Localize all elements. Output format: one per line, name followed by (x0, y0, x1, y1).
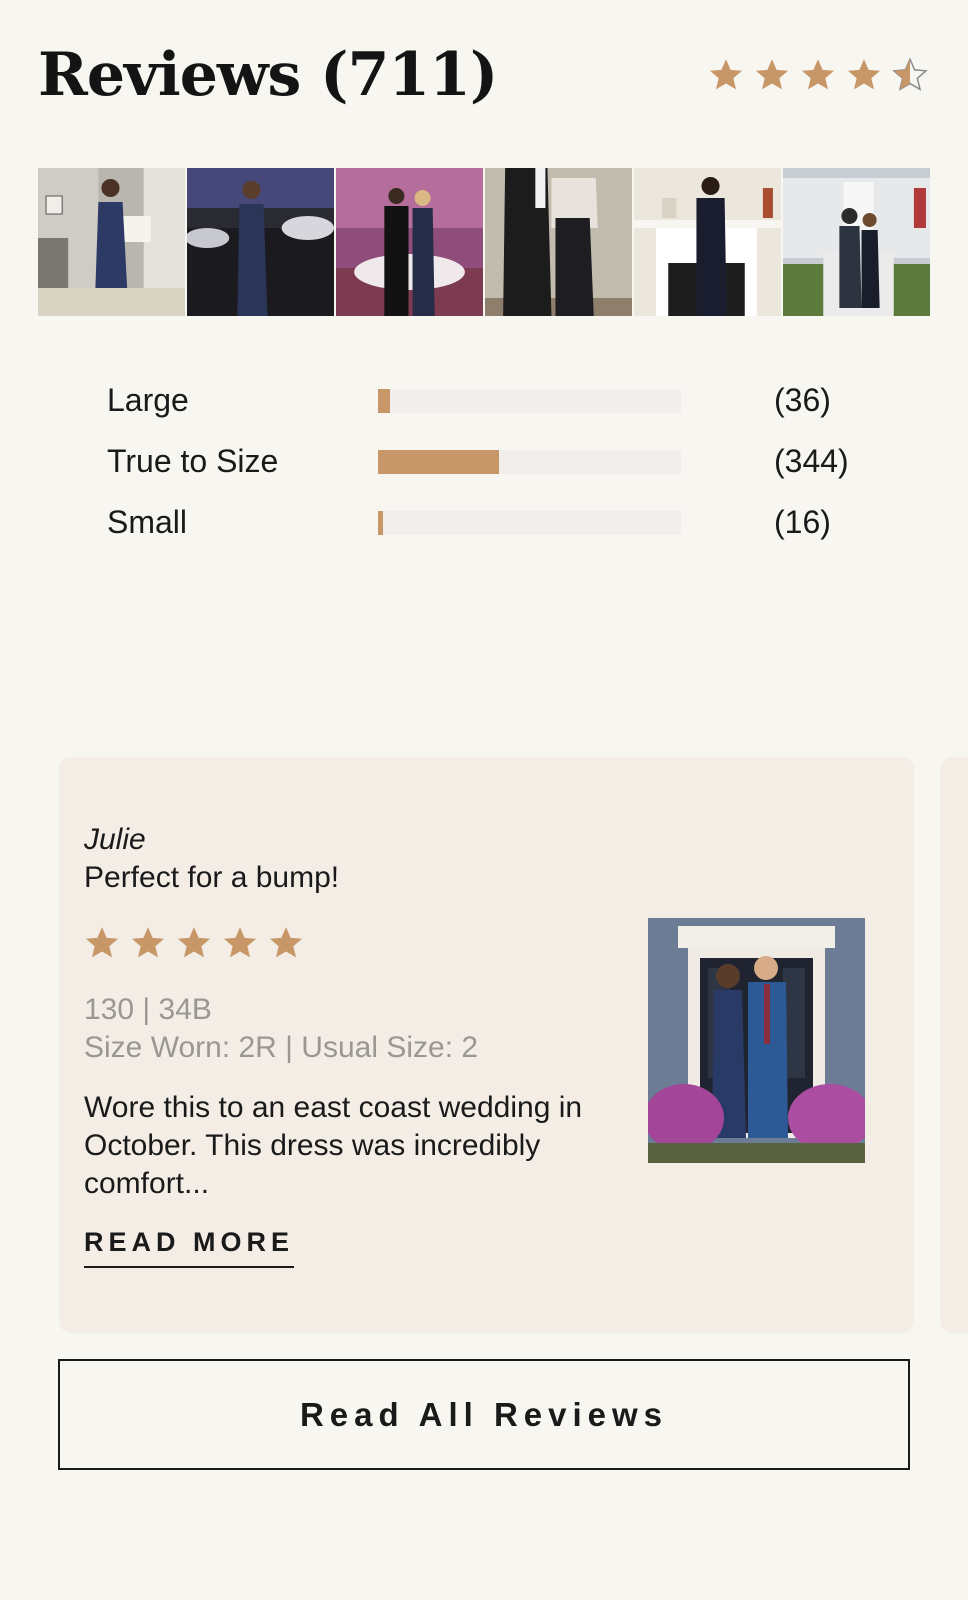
fit-label: Large (107, 382, 189, 418)
review-photo-thumbnail[interactable] (38, 168, 185, 316)
review-photo-thumbnail[interactable] (783, 168, 930, 316)
fit-bar-fill (378, 510, 384, 535)
star-full-icon (177, 927, 211, 958)
fit-bar (378, 510, 681, 535)
average-rating-stars (708, 57, 928, 93)
review-photo-3 (336, 168, 483, 316)
reviewer-meta: 130 | 34B Size Worn: 2R | Usual Size: 2 (84, 991, 478, 1067)
fit-row-small: Small (16) (107, 492, 887, 553)
star-full-icon (131, 927, 165, 958)
review-card-photo[interactable] (648, 918, 865, 1163)
reviewer-sizes: Size Worn: 2R | Usual Size: 2 (84, 1031, 479, 1064)
reviews-header: Reviews (711) (38, 30, 928, 120)
reviewer-measurements: 130 | 34B (84, 993, 212, 1026)
read-all-reviews-button[interactable]: Read All Reviews (58, 1359, 910, 1470)
review-photo-gallery (38, 168, 930, 316)
star-full-icon (847, 59, 881, 90)
read-more-link[interactable]: READ MORE (84, 1227, 295, 1268)
fit-row-true-to-size: True to Size (344) (107, 431, 887, 492)
fit-count: (16) (774, 504, 831, 540)
fit-bar (378, 449, 681, 474)
review-rating-stars (84, 925, 304, 961)
fit-count: (36) (774, 382, 831, 418)
couple-photo-icon (648, 918, 865, 1163)
star-full-icon (85, 927, 119, 958)
reviewer-name: Julie (84, 823, 146, 856)
star-full-icon (269, 927, 303, 958)
next-review-card[interactable] (940, 757, 968, 1333)
fit-row-large: Large (36) (107, 370, 887, 431)
review-headline: Perfect for a bump! (84, 861, 340, 894)
review-photo-5 (634, 168, 781, 316)
fit-breakdown: Large (36) True to Size (344) Small (16) (107, 370, 887, 553)
star-full-icon (801, 59, 835, 90)
review-photo-thumbnail[interactable] (336, 168, 483, 316)
fit-label: Small (107, 504, 188, 540)
star-full-icon (755, 59, 789, 90)
page-title: Reviews (711) (38, 40, 498, 110)
fit-count: (344) (774, 443, 849, 479)
review-photo-thumbnail[interactable] (187, 168, 334, 316)
fit-bar-fill (378, 388, 391, 413)
review-photo-2 (187, 168, 334, 316)
review-photo-1 (38, 168, 185, 316)
star-full-icon (223, 927, 257, 958)
review-photo-thumbnail[interactable] (485, 168, 632, 316)
review-photo-6 (783, 168, 930, 316)
review-photo-thumbnail[interactable] (634, 168, 781, 316)
star-half-icon (892, 57, 928, 91)
fit-bar (378, 388, 681, 413)
review-photo-4 (485, 168, 632, 316)
review-body: Wore this to an east coast wedding in Oc… (84, 1091, 583, 1200)
review-card: Julie Perfect for a bump! 130 | 34B Size… (59, 757, 914, 1333)
fit-label: True to Size (107, 443, 279, 479)
star-full-icon (709, 59, 743, 90)
fit-bar-fill (378, 449, 500, 474)
